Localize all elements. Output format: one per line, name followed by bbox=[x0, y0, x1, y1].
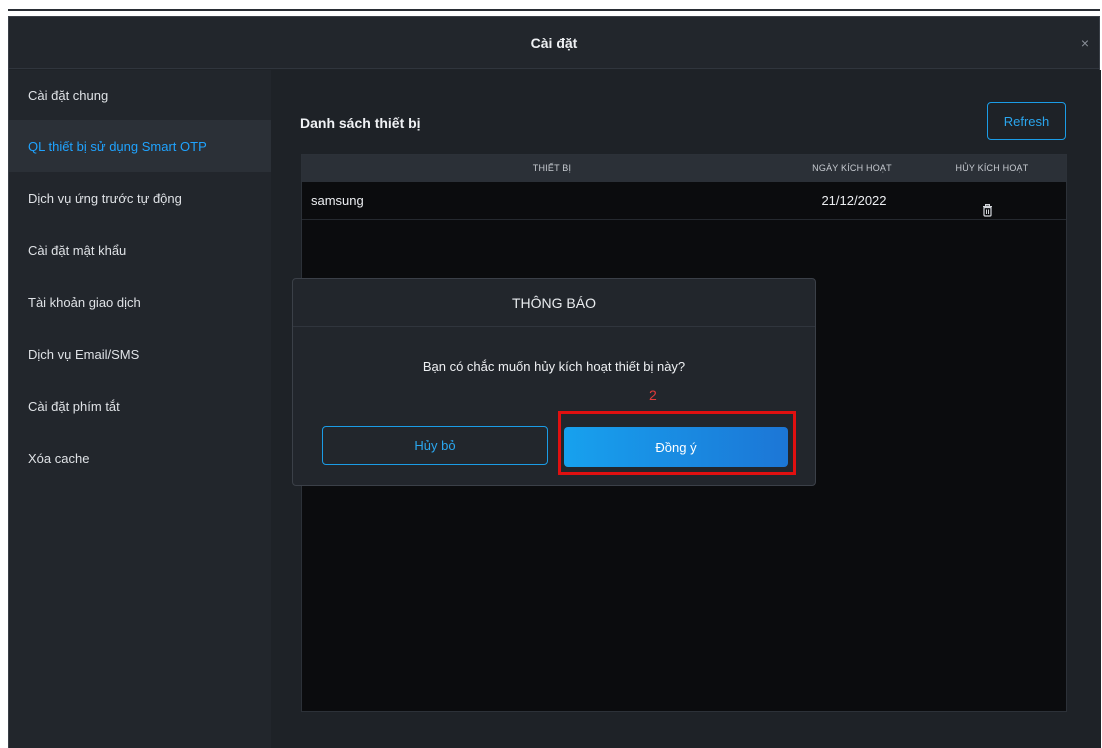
sidebar-item-clear-cache[interactable]: Xóa cache bbox=[9, 432, 271, 484]
step-marker: 2 bbox=[649, 387, 657, 403]
window-title: Cài đặt bbox=[530, 34, 578, 51]
sidebar-item-label: Dịch vụ Email/SMS bbox=[28, 346, 140, 362]
sidebar-item-trading-accounts[interactable]: Tài khoản giao dịch bbox=[9, 276, 271, 328]
top-background-line bbox=[8, 9, 1100, 11]
sidebar-item-smart-otp-devices[interactable]: QL thiết bị sử dụng Smart OTP bbox=[9, 120, 271, 172]
sidebar-item-general-settings[interactable]: Cài đặt chung bbox=[9, 70, 271, 120]
device-name-cell: samsung bbox=[311, 193, 364, 208]
sidebar-item-label: Cài đặt chung bbox=[28, 87, 109, 103]
column-header-deactivate: HỦY KÍCH HOẠT bbox=[955, 163, 1029, 173]
table-row: samsung 21/12/2022 bbox=[302, 182, 1066, 220]
sidebar-item-auto-advance[interactable]: Dịch vụ ứng trước tự động bbox=[9, 172, 271, 224]
sidebar-item-email-sms[interactable]: Dịch vụ Email/SMS bbox=[9, 328, 271, 380]
close-icon[interactable]: × bbox=[1077, 35, 1093, 51]
window-titlebar: Cài đặt × bbox=[9, 17, 1099, 69]
activation-date-cell: 21/12/2022 bbox=[821, 193, 887, 208]
section-title: Danh sách thiết bị bbox=[300, 115, 421, 131]
dialog-title: THÔNG BÁO bbox=[293, 279, 815, 327]
confirm-dialog: THÔNG BÁO Bạn có chắc muốn hủy kích hoạt… bbox=[292, 278, 816, 486]
top-background-strip bbox=[0, 0, 1102, 16]
sidebar-item-label: Tài khoản giao dịch bbox=[28, 294, 141, 310]
sidebar-item-shortcuts[interactable]: Cài đặt phím tắt bbox=[9, 380, 271, 432]
confirm-button[interactable]: Đồng ý bbox=[564, 427, 788, 467]
column-header-activation-date: NGÀY KÍCH HOẠT bbox=[812, 163, 892, 173]
sidebar-item-label: Cài đặt phím tắt bbox=[28, 398, 120, 414]
sidebar-item-label: Dịch vụ ứng trước tự động bbox=[28, 190, 182, 206]
sidebar-item-label: Cài đặt mật khẩu bbox=[28, 242, 127, 258]
dialog-message: Bạn có chắc muốn hủy kích hoạt thiết bị … bbox=[422, 359, 686, 374]
sidebar-item-label: Xóa cache bbox=[28, 450, 90, 466]
sidebar-item-password-settings[interactable]: Cài đặt mật khẩu bbox=[9, 224, 271, 276]
column-header-device: THIẾT BỊ bbox=[532, 163, 572, 173]
settings-sidebar: Cài đặt chung QL thiết bị sử dụng Smart … bbox=[9, 70, 271, 748]
table-header: THIẾT BỊ NGÀY KÍCH HOẠT HỦY KÍCH HOẠT bbox=[302, 155, 1066, 182]
refresh-button[interactable]: Refresh bbox=[987, 102, 1066, 140]
sidebar-item-label: QL thiết bị sử dụng Smart OTP bbox=[28, 138, 207, 154]
trash-icon[interactable] bbox=[982, 194, 1002, 217]
cancel-button[interactable]: Hủy bỏ bbox=[322, 426, 548, 465]
